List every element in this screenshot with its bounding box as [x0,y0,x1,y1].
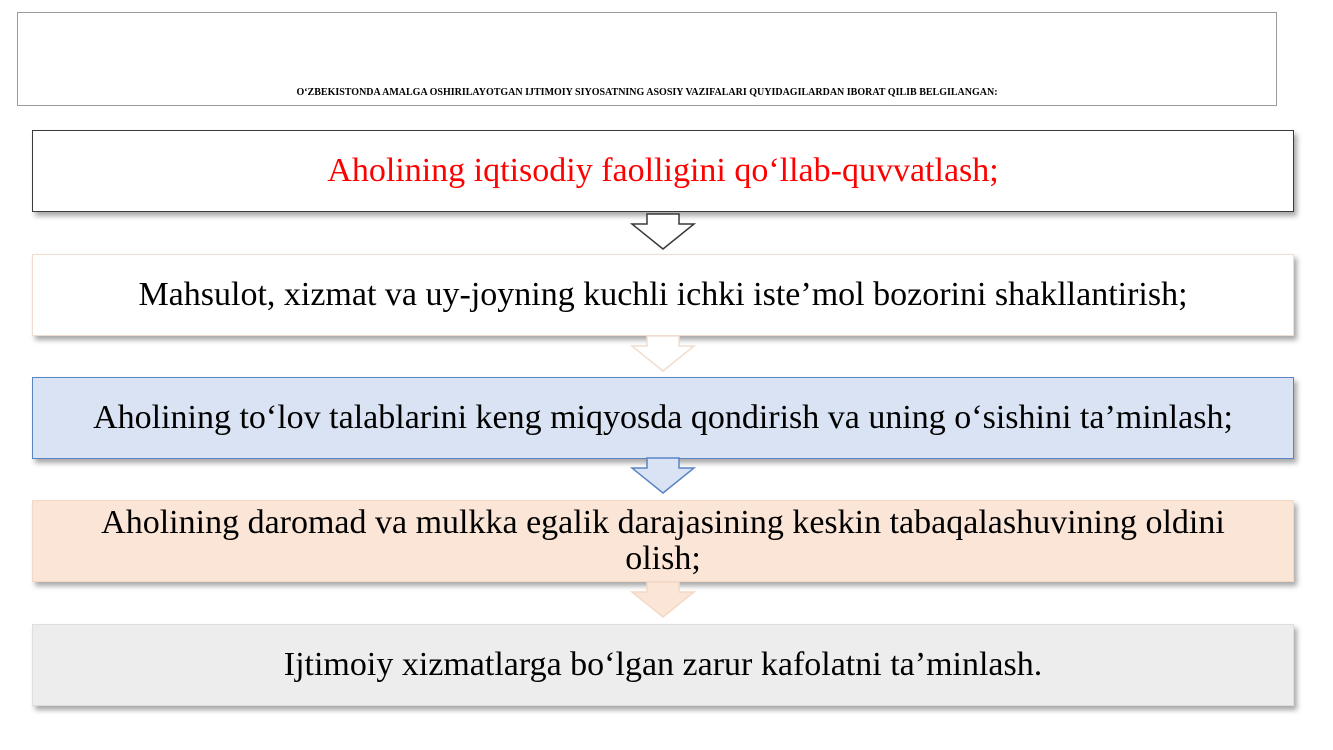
step-text-3: Aholining to‘lov talablarini keng miqyos… [93,399,1233,436]
step-text-1: Aholining iqtisodiy faolligini qo‘llab-q… [327,152,999,189]
step-box-4: Aholining daromad va mulkka egalik daraj… [32,500,1294,582]
step-text-2: Mahsulot, xizmat va uy-joyning kuchli ic… [138,276,1188,313]
step-box-2: Mahsulot, xizmat va uy-joyning kuchli ic… [32,254,1294,336]
down-arrow-icon [629,457,697,494]
step-box-1: Aholining iqtisodiy faolligini qo‘llab-q… [32,130,1294,212]
down-arrow-icon [629,335,697,372]
step-text-4: Aholining daromad va mulkka egalik daraj… [101,504,1225,577]
step-box-5: Ijtimoiy xizmatlarga bo‘lgan zarur kafol… [32,624,1294,706]
down-arrow-icon [629,581,697,618]
slide-title: O‘ZBEKISTONDA AMALGA OSHIRILAYOTGAN IJTI… [296,87,998,98]
step-box-3: Aholining to‘lov talablarini keng miqyos… [32,377,1294,459]
down-arrow-icon [629,213,697,250]
title-box: O‘ZBEKISTONDA AMALGA OSHIRILAYOTGAN IJTI… [17,12,1277,106]
step-text-5: Ijtimoiy xizmatlarga bo‘lgan zarur kafol… [283,646,1043,683]
